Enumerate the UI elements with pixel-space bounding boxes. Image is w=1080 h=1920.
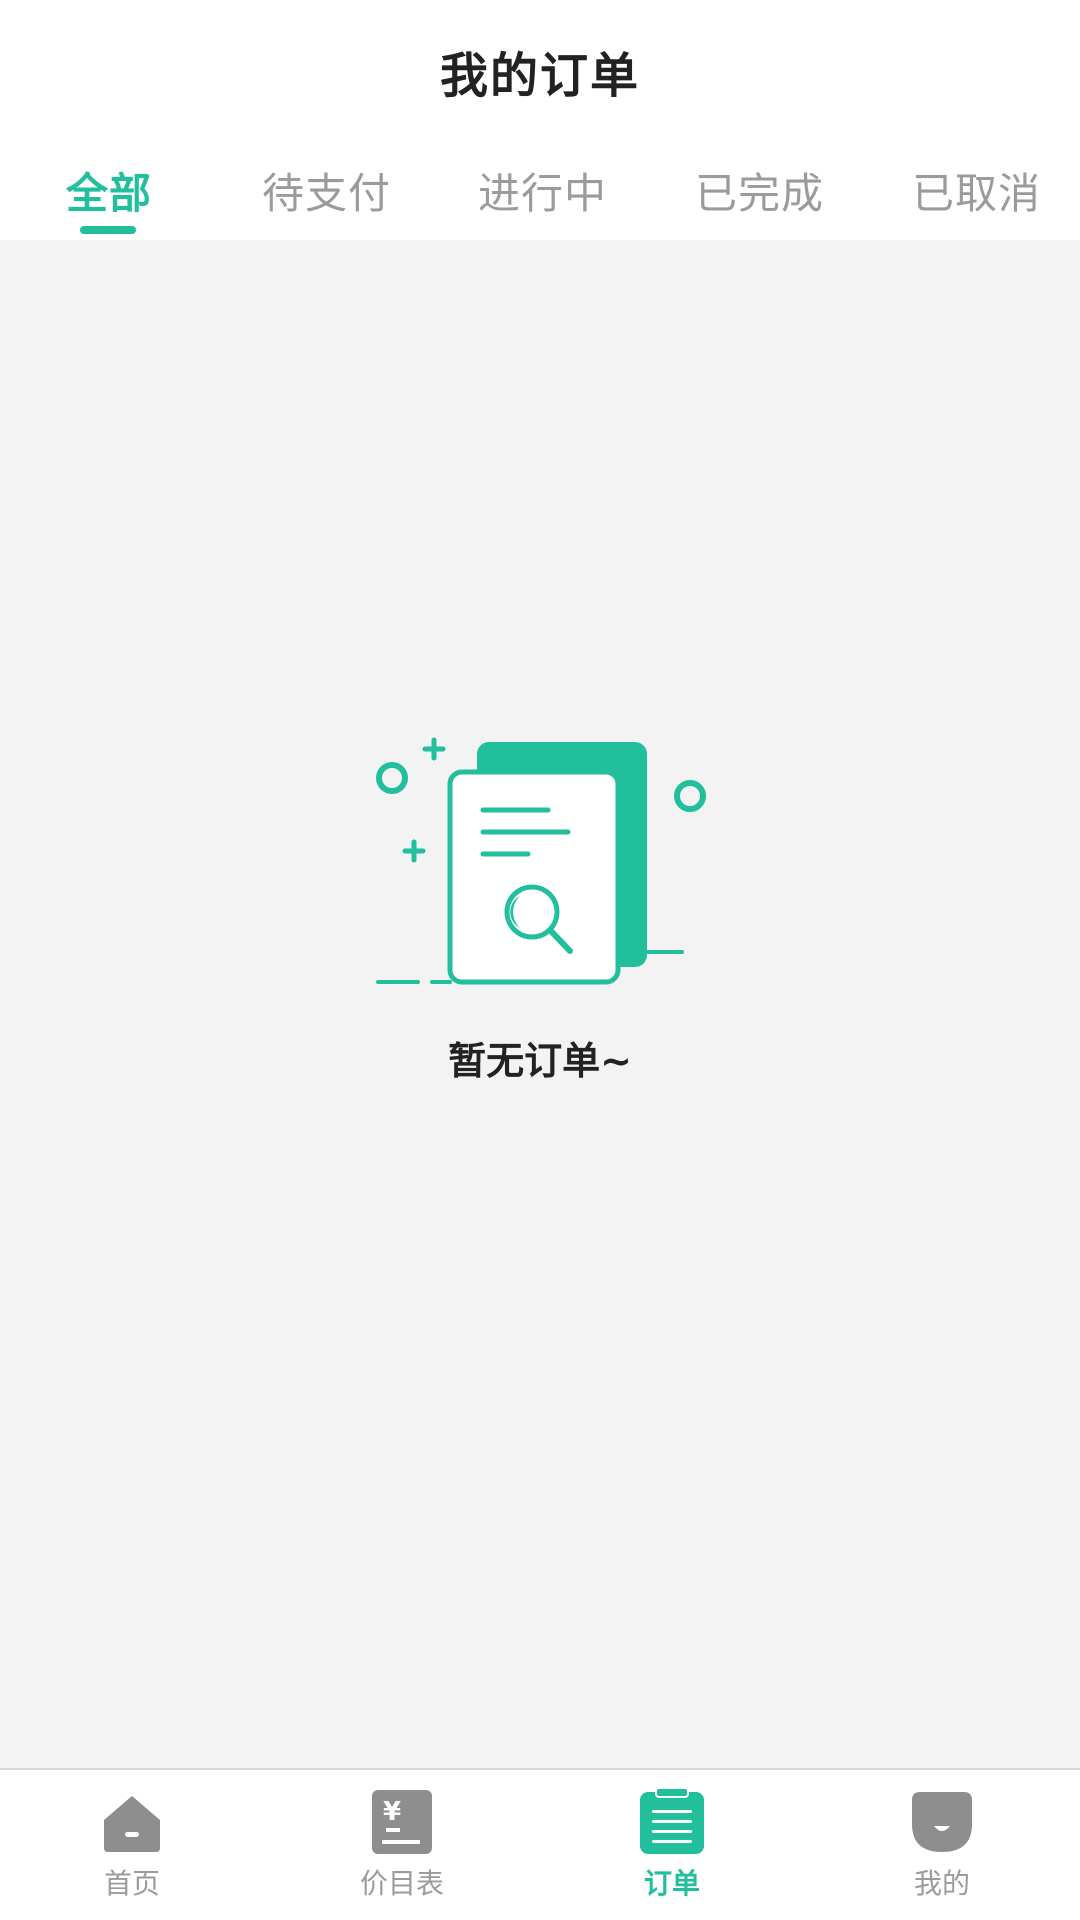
- price-list-icon: ¥: [372, 1790, 432, 1854]
- page-title: 我的订单: [439, 48, 640, 104]
- tab-in-progress[interactable]: 进行中: [478, 160, 607, 221]
- profile-icon: [912, 1792, 972, 1852]
- nav-item-profile[interactable]: 我的: [862, 1788, 1022, 1908]
- bottom-nav: 首页 ¥ 价目表 订单 我的: [0, 1768, 1080, 1920]
- order-status-tabs: 全部 待支付 进行中 已完成 已取消: [0, 150, 1080, 240]
- tab-completed[interactable]: 已完成: [695, 160, 824, 221]
- nav-item-home[interactable]: 首页: [52, 1788, 212, 1908]
- nav-label-price-list: 价目表: [359, 1867, 444, 1900]
- nav-label-home: 首页: [103, 1867, 160, 1900]
- nav-label-profile: 我的: [913, 1867, 970, 1900]
- orders-screen: 我的订单 全部 待支付 进行中 已完成 已取消 暂无订单~ 首页 ¥ 价目表 订…: [0, 0, 1080, 1920]
- nav-item-orders[interactable]: 订单: [592, 1788, 752, 1908]
- active-tab-indicator: [80, 226, 136, 234]
- orders-clipboard-icon: [640, 1788, 704, 1854]
- tab-all[interactable]: 全部: [66, 160, 152, 221]
- tab-cancelled[interactable]: 已取消: [912, 160, 1041, 221]
- nav-label-orders: 订单: [643, 1867, 700, 1900]
- tab-pending-payment[interactable]: 待支付: [262, 160, 391, 221]
- svg-text:¥: ¥: [383, 1797, 401, 1827]
- header: 我的订单 全部 待支付 进行中 已完成 已取消: [0, 0, 1080, 240]
- home-icon: [104, 1796, 160, 1852]
- document-search-icon: [370, 720, 710, 990]
- nav-item-price-list[interactable]: ¥ 价目表: [322, 1788, 482, 1908]
- empty-state-message: 暂无订单~: [448, 1039, 632, 1083]
